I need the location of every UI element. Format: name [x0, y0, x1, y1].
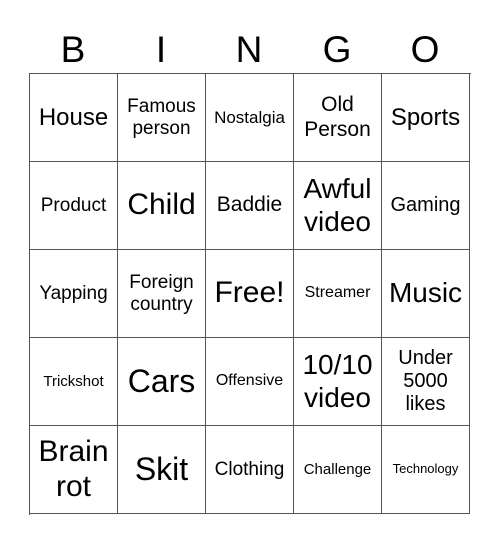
bingo-cell[interactable]: Awful video: [294, 162, 382, 250]
header-letter-n: N: [235, 29, 263, 70]
bingo-cell[interactable]: Baddie: [206, 162, 294, 250]
bingo-cell[interactable]: Old Person: [294, 74, 382, 162]
bingo-cell[interactable]: Skit: [118, 426, 206, 514]
header-letter-g: G: [322, 29, 352, 70]
bingo-cell[interactable]: Product: [30, 162, 118, 250]
bingo-cell[interactable]: Yapping: [30, 250, 118, 338]
bingo-cell[interactable]: Free!: [206, 250, 294, 338]
bingo-cell[interactable]: 10/10 video: [294, 338, 382, 426]
bingo-cell[interactable]: Streamer: [294, 250, 382, 338]
bingo-cell[interactable]: House: [30, 74, 118, 162]
bingo-cell[interactable]: Child: [118, 162, 206, 250]
bingo-cell[interactable]: Brain rot: [30, 426, 118, 514]
bingo-header: B I N G O: [29, 28, 469, 72]
header-letter-i: I: [155, 29, 167, 70]
bingo-cell[interactable]: Technology: [382, 426, 470, 514]
bingo-cell[interactable]: Cars: [118, 338, 206, 426]
bingo-cell[interactable]: Under 5000 likes: [382, 338, 470, 426]
bingo-grid: House Famous person Nostalgia Old Person Spo…: [29, 73, 471, 515]
bingo-cell[interactable]: Gaming: [382, 162, 470, 250]
bingo-cell[interactable]: Clothing: [206, 426, 294, 514]
header-letter-o: O: [410, 29, 440, 70]
bingo-cell[interactable]: Famous person: [118, 74, 206, 162]
bingo-cell[interactable]: Nostalgia: [206, 74, 294, 162]
bingo-cell[interactable]: Challenge: [294, 426, 382, 514]
bingo-cell[interactable]: Trickshot: [30, 338, 118, 426]
bingo-cell[interactable]: Music: [382, 250, 470, 338]
bingo-cell[interactable]: Offensive: [206, 338, 294, 426]
header-letter-b: B: [60, 29, 86, 70]
bingo-cell[interactable]: Foreign country: [118, 250, 206, 338]
bingo-cell[interactable]: Sports: [382, 74, 470, 162]
